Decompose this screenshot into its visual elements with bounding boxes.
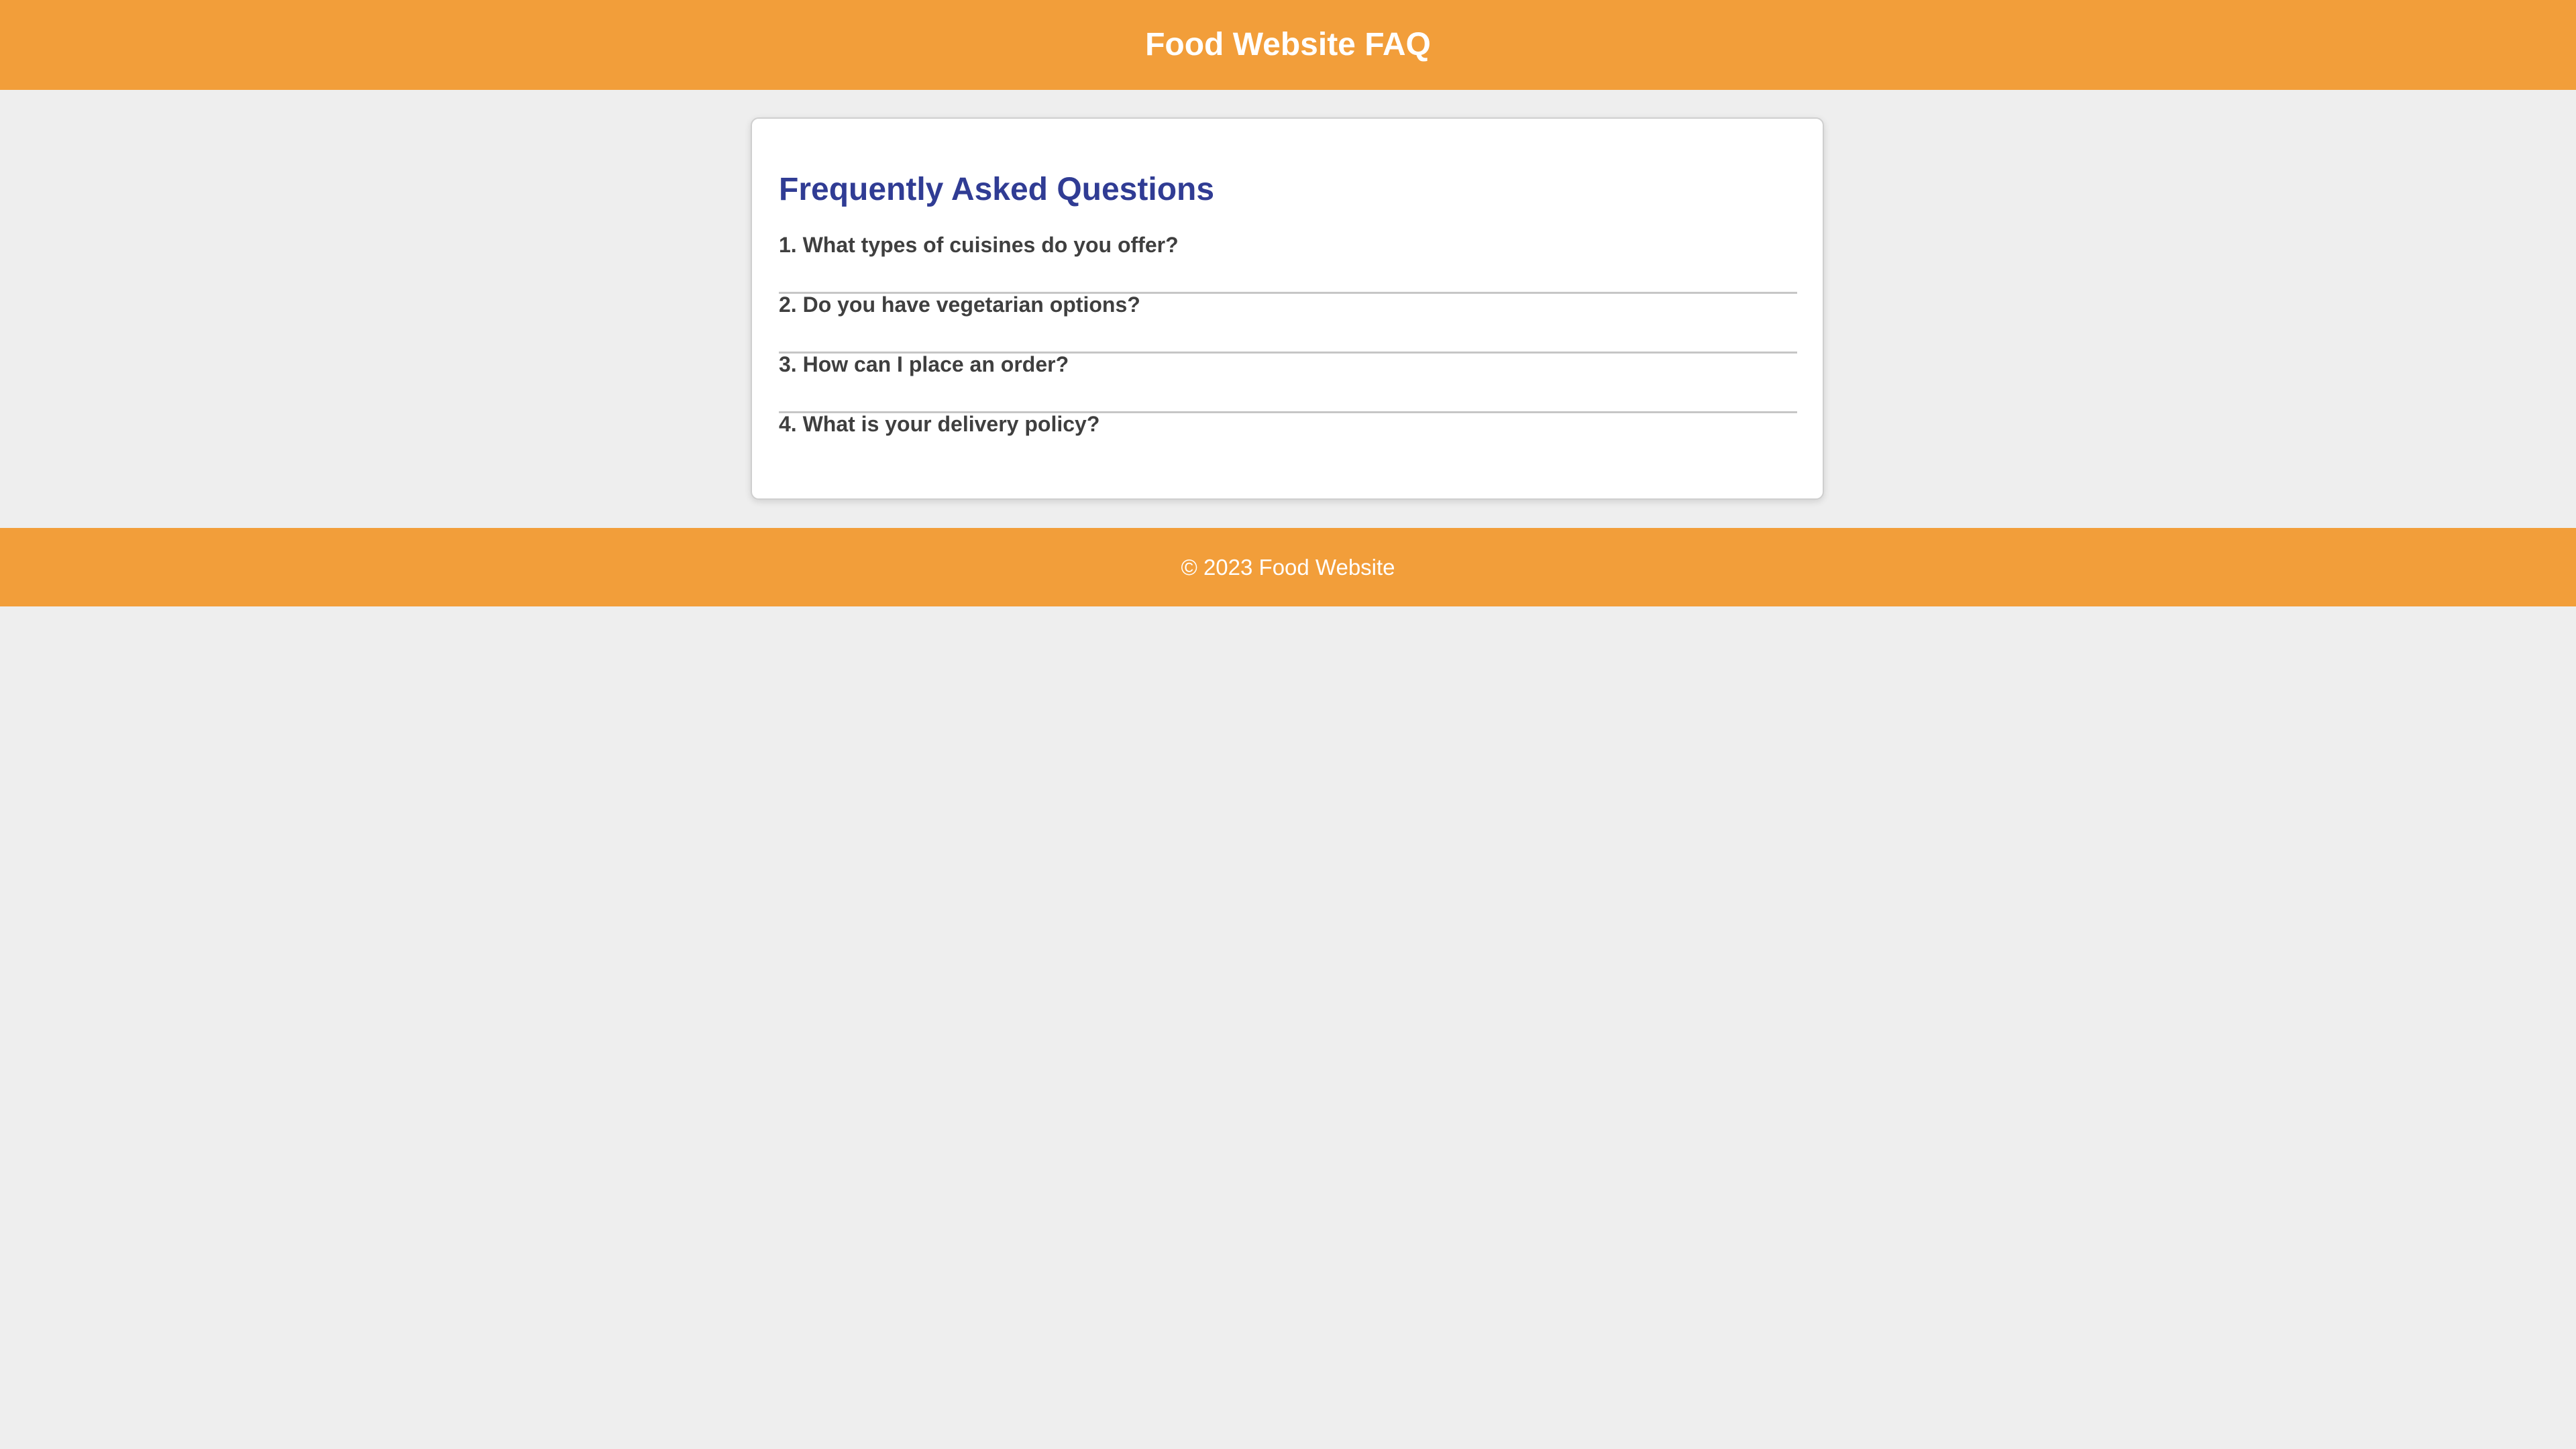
faq-question: 4. What is your delivery policy?: [779, 412, 1100, 436]
faq-card: Frequently Asked Questions 1. What types…: [751, 117, 1824, 500]
copyright-text: © 2023 Food Website: [1181, 555, 1395, 580]
faq-question: 2. Do you have vegetarian options?: [779, 292, 1140, 317]
faq-question: 1. What types of cuisines do you offer?: [779, 233, 1179, 257]
faq-item[interactable]: 4. What is your delivery policy?: [779, 413, 1797, 473]
faq-question: 3. How can I place an order?: [779, 352, 1069, 376]
faq-item[interactable]: 2. Do you have vegetarian options?: [779, 292, 1797, 354]
site-title: Food Website FAQ: [1145, 27, 1431, 62]
faq-list: 1. What types of cuisines do you offer? …: [779, 233, 1797, 473]
site-footer: © 2023 Food Website: [0, 528, 2576, 606]
faq-item[interactable]: 1. What types of cuisines do you offer?: [779, 233, 1797, 294]
site-header: Food Website FAQ: [0, 0, 2576, 90]
faq-item[interactable]: 3. How can I place an order?: [779, 352, 1797, 413]
faq-heading: Frequently Asked Questions: [779, 172, 1215, 207]
